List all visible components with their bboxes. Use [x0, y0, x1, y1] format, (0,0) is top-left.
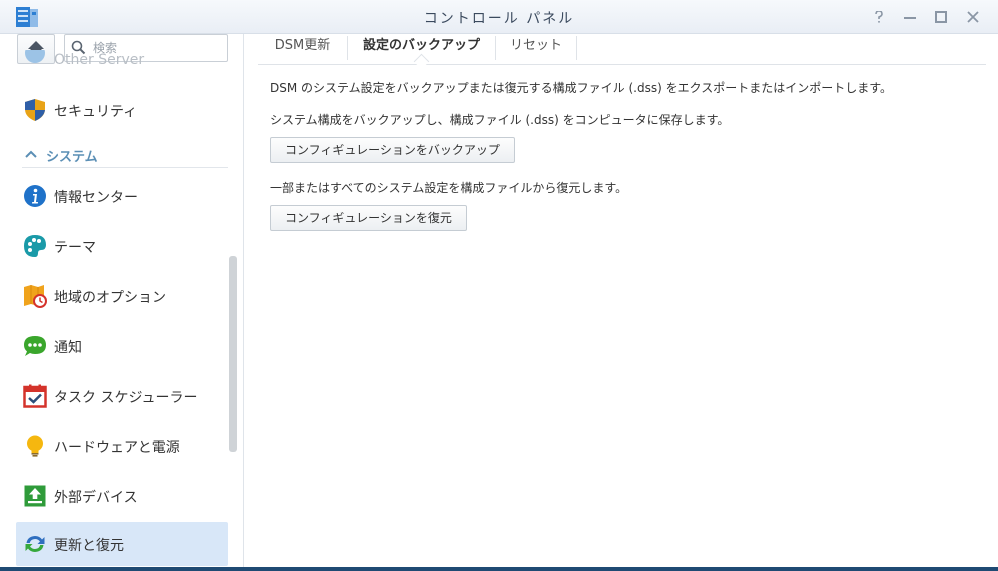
tab-dsm-update[interactable]: DSM更新 — [258, 34, 347, 64]
sidebar-item-info-center[interactable]: 情報センター — [16, 174, 228, 218]
sidebar-scrollbar[interactable] — [229, 256, 237, 452]
sidebar-item-security[interactable]: セキュリティ — [16, 88, 228, 132]
sidebar-item-label: ハードウェアと電源 — [54, 440, 180, 456]
main-panel: DSM更新 設定のバックアップ リセット DSM のシステム設定をバックアップま… — [244, 34, 998, 571]
sidebar-item-label: 情報センター — [54, 190, 138, 206]
shield-icon — [25, 99, 45, 121]
sidebar-item-theme[interactable]: テーマ — [16, 224, 228, 268]
palette-icon — [24, 235, 46, 257]
sidebar-item-external-devices[interactable]: 外部デバイス — [16, 474, 228, 518]
sidebar-item-label: Other Server — [54, 52, 145, 68]
backup-configuration-button[interactable]: コンフィギュレーションをバックアップ — [270, 137, 515, 163]
sidebar-item-label: 地域のオプション — [54, 290, 166, 306]
sidebar-item-label: 更新と復元 — [54, 538, 124, 554]
map-clock-icon — [24, 285, 47, 308]
maximize-icon[interactable] — [930, 6, 952, 28]
chevron-up-icon — [25, 150, 37, 158]
section-label: システム — [46, 150, 98, 165]
info-icon — [24, 185, 46, 207]
tab-bar: DSM更新 設定のバックアップ リセット — [258, 34, 986, 70]
sidebar-item-notification[interactable]: 通知 — [16, 324, 228, 368]
sidebar-item-label: 外部デバイス — [54, 490, 138, 506]
calendar-check-icon — [23, 384, 47, 408]
sidebar-item-other-server[interactable]: Other Server — [16, 50, 228, 72]
minimize-icon[interactable] — [899, 6, 921, 28]
restore-configuration-button[interactable]: コンフィギュレーションを復元 — [270, 205, 467, 231]
sidebar-item-label: 通知 — [54, 340, 82, 356]
sidebar-item-update-restore[interactable]: 更新と復元 — [16, 522, 228, 566]
backup-description: システム構成をバックアップし、構成ファイル (.dss) をコンピュータに保存し… — [270, 113, 730, 127]
window-title: コントロール パネル — [423, 11, 575, 27]
tab-reset[interactable]: リセット — [496, 34, 576, 64]
sidebar-item-label: タスク スケジューラー — [54, 390, 198, 406]
sidebar: Other Server セキュリティ システム 情報センター — [0, 34, 244, 571]
sidebar-item-label: テーマ — [54, 240, 96, 256]
close-icon[interactable] — [962, 6, 984, 28]
tab-separator — [576, 36, 577, 60]
sidebar-item-label: セキュリティ — [54, 104, 138, 120]
chat-icon — [24, 336, 46, 356]
upload-box-icon — [24, 485, 46, 507]
description-text: DSM のシステム設定をバックアップまたは復元する構成ファイル (.dss) を… — [270, 81, 893, 95]
refresh-icon — [25, 536, 45, 552]
sidebar-item-regional-options[interactable]: 地域のオプション — [16, 274, 228, 318]
lightbulb-icon — [27, 435, 43, 457]
section-header-system[interactable]: システム — [22, 143, 228, 168]
sidebar-item-task-scheduler[interactable]: タスク スケジューラー — [16, 374, 228, 418]
help-icon[interactable] — [868, 6, 890, 28]
title-bar: コントロール パネル — [0, 0, 998, 34]
sidebar-item-hardware-power[interactable]: ハードウェアと電源 — [16, 424, 228, 468]
server-icon — [25, 50, 45, 63]
window-bottom-border — [0, 567, 998, 571]
restore-description: 一部またはすべてのシステム設定を構成ファイルから復元します。 — [270, 181, 628, 195]
